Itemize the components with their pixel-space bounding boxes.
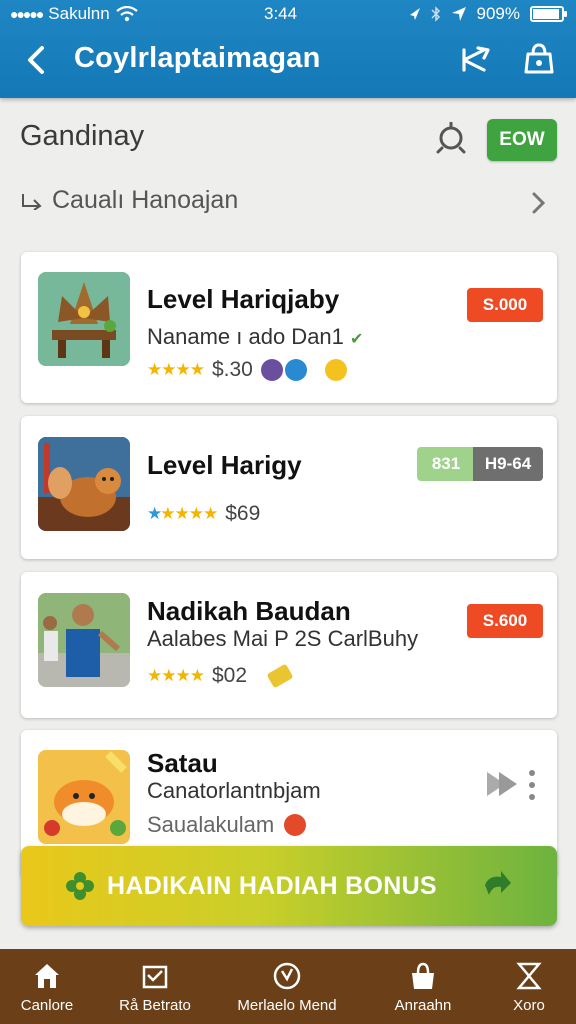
nav-label: Canlore [20, 997, 74, 1014]
card-meta: ★★★★ $02 [147, 663, 294, 689]
game-thumbnail [38, 593, 130, 687]
bag-icon [412, 962, 434, 989]
rating-stars: ★★★★ [147, 360, 205, 379]
game-card[interactable]: Level Harigy 831 H9-64 ★★★★★ $69 [21, 416, 557, 559]
home-icon [35, 964, 59, 988]
card-subtitle: Canatorlantnbjam [147, 778, 321, 803]
flower-icon [66, 872, 94, 900]
battery-percent: 909% [476, 4, 520, 23]
more-icon[interactable] [527, 768, 537, 802]
compass-icon [273, 962, 301, 990]
card-extra: Saualakulam [147, 812, 307, 838]
play-icon[interactable] [485, 768, 519, 800]
card-price: $69 [225, 502, 261, 525]
search-icon[interactable] [434, 122, 468, 156]
price-badge[interactable]: S.000 [467, 288, 543, 322]
game-card[interactable]: Level Hariqjaby S.000 Naname ı ado Dan1 … [21, 252, 557, 403]
nav-item-home[interactable]: Canlore [0, 949, 102, 1024]
breadcrumb-label: Caualı Hanoajan [52, 186, 239, 214]
back-arrow-icon[interactable] [22, 44, 50, 76]
nav-item-gift[interactable]: Rå Betrato [100, 949, 210, 1024]
avatar-icon [260, 359, 283, 381]
game-thumbnail [38, 272, 130, 366]
share-icon[interactable] [460, 44, 492, 76]
nav-label: Xoro [513, 997, 545, 1014]
card-subtitle-text: Naname ı ado Dan1 [147, 324, 344, 349]
card-title: Level Harigy [147, 450, 302, 480]
location-icon [409, 8, 420, 20]
carrier-label: Sakulnn [48, 4, 110, 23]
signal-icon: ●●●●● [10, 6, 44, 22]
card-meta: ★★★★★ $69 [147, 502, 260, 526]
rating-stars: ★★★★★ [147, 504, 218, 523]
wifi-icon [116, 6, 138, 22]
breadcrumb[interactable]: Caualı Hanoajan [20, 186, 238, 215]
game-thumbnail [38, 437, 130, 531]
price-badge[interactable]: S.600 [467, 604, 543, 638]
heart-icon [284, 814, 307, 836]
bluetooth-icon [430, 6, 440, 22]
nav-item-bag[interactable]: Anraahn [368, 949, 478, 1024]
nav-item-compass[interactable]: Merlaelo Mend [232, 949, 342, 1024]
nav-label: Rå Betrato [119, 997, 191, 1014]
nav-item-hourglass[interactable]: Xoro [474, 949, 576, 1024]
gift-icon [142, 965, 168, 989]
card-subtitle: Naname ı ado Dan1 ✔ [147, 324, 363, 350]
bonus-label: HADIKAIN HADIAH BONUS [107, 872, 437, 900]
card-meta: ★★★★ $.30 [147, 358, 347, 382]
bag-icon[interactable] [522, 42, 556, 76]
game-thumbnail [38, 750, 130, 844]
arrow-icon [485, 871, 511, 895]
now-button[interactable]: EOW [487, 119, 557, 161]
price-badge[interactable]: H9-64 [473, 447, 543, 481]
card-extra-text: Saualakulam [147, 812, 275, 837]
page-title: Coylrlaptaimagan [74, 42, 321, 74]
discount-badge[interactable]: 831 [417, 447, 475, 481]
return-icon [22, 193, 42, 210]
card-title: Nadikah Baudan [147, 596, 351, 626]
nav-label: Anraahn [394, 997, 452, 1014]
top-app-bar: ●●●●● Sakulnn 3:44 909% Coylrlaptaimagan [0, 0, 576, 98]
battery-icon [530, 6, 567, 22]
game-card[interactable]: Nadikah Baudan S.600 Aalabes Mai P 2S Ca… [21, 572, 557, 718]
card-price: $02 [211, 664, 248, 687]
status-bar: ●●●●● Sakulnn 3:44 909% [0, 0, 576, 28]
hourglass-icon [516, 962, 542, 990]
smiley-icon [324, 359, 347, 381]
check-icon: ✔ [350, 331, 364, 348]
section-title: Gandinay [20, 120, 145, 152]
ticket-icon [266, 663, 294, 689]
bonus-banner[interactable]: HADIKAIN HADIAH BONUS [21, 846, 557, 926]
status-time: 3:44 [264, 4, 298, 23]
navigation-icon [451, 7, 466, 21]
card-title: Satau [147, 748, 218, 778]
card-price: $.30 [211, 358, 253, 381]
chat-icon [284, 359, 307, 381]
card-subtitle: Aalabes Mai P 2S CarlBuhy [147, 626, 419, 651]
rating-stars: ★★★★ [147, 666, 205, 685]
chevron-right-icon[interactable] [528, 190, 548, 216]
bottom-nav: Canlore Rå Betrato Merlaelo Mend Anraahn… [0, 949, 576, 1024]
card-title: Level Hariqjaby [147, 284, 340, 314]
nav-label: Merlaelo Mend [237, 997, 337, 1014]
